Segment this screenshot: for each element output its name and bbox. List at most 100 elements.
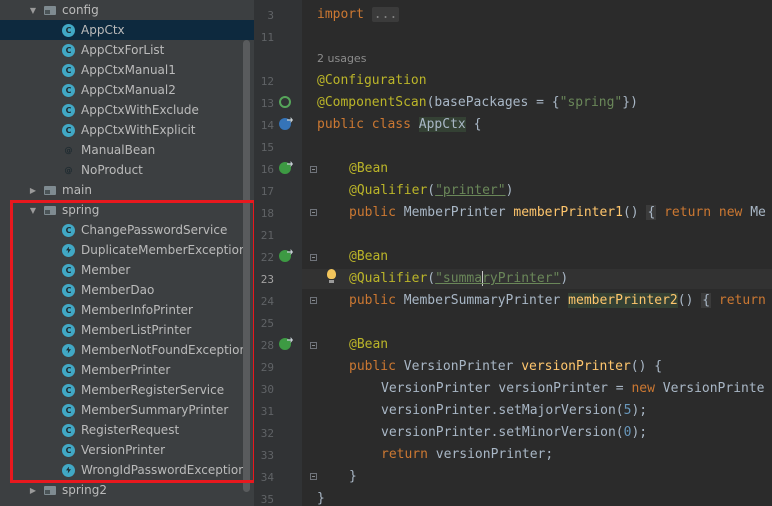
tree-item-label: AppCtxManual2 bbox=[81, 83, 176, 97]
chevron-down-icon: ▼ bbox=[29, 205, 37, 215]
lightbulb-icon[interactable] bbox=[327, 269, 336, 283]
method-name: memberPrinter1 bbox=[513, 205, 623, 220]
tree-item[interactable]: C MemberPrinter bbox=[0, 360, 254, 380]
tree-item-label: MemberRegisterService bbox=[81, 383, 225, 397]
tree-item-label: AppCtxForList bbox=[81, 43, 165, 57]
line-number: 29 bbox=[260, 361, 274, 374]
keyword: import bbox=[317, 7, 364, 22]
tree-item-label: WrongIdPasswordException bbox=[81, 463, 246, 477]
line-number: 16 bbox=[260, 163, 274, 176]
chevron-right-icon: ▶ bbox=[29, 485, 37, 495]
tree-item-label: AppCtxWithExclude bbox=[81, 103, 199, 117]
line-number: 21 bbox=[260, 229, 274, 242]
tree-item[interactable]: C ChangePasswordService bbox=[0, 220, 254, 240]
tree-item[interactable]: WrongIdPasswordException bbox=[0, 460, 254, 480]
folded-imports[interactable]: ... bbox=[371, 7, 400, 22]
annotation-icon: @ bbox=[64, 165, 73, 175]
usages-hint[interactable]: 2 usages bbox=[317, 49, 366, 69]
tree-folder-spring[interactable]: ▼ spring bbox=[0, 200, 254, 220]
tree-item-label: MemberSummaryPrinter bbox=[81, 403, 229, 417]
tree-item[interactable]: C AppCtxWithExplicit bbox=[0, 120, 254, 140]
tree-item[interactable]: C MemberRegisterService bbox=[0, 380, 254, 400]
tree-item[interactable]: DuplicateMemberException bbox=[0, 240, 254, 260]
tree-scrollbar[interactable] bbox=[243, 40, 250, 492]
package-folder-icon bbox=[44, 205, 56, 215]
navigate-bean-icon[interactable] bbox=[279, 118, 291, 130]
tree-item[interactable]: C AppCtxManual1 bbox=[0, 60, 254, 80]
line-number: 31 bbox=[260, 405, 274, 418]
tree-item-label: AppCtxManual1 bbox=[81, 63, 176, 77]
method-name: memberPrinter2 bbox=[568, 293, 678, 308]
code-line-31: versionPrinter.setMajorVersion(5); bbox=[381, 401, 647, 421]
line-number: 24 bbox=[260, 295, 274, 308]
string-literal: "summa bbox=[435, 271, 483, 286]
class-icon: C bbox=[62, 223, 75, 237]
tree-item[interactable]: MemberNotFoundException bbox=[0, 340, 254, 360]
tree-item[interactable]: @ ManualBean bbox=[0, 140, 254, 160]
annotation: @Qualifier bbox=[349, 183, 428, 198]
tree-item[interactable]: C AppCtxForList bbox=[0, 40, 254, 60]
tree-item[interactable]: @ NoProduct bbox=[0, 160, 254, 180]
code-line-3: import ... bbox=[317, 5, 400, 25]
tree-item[interactable]: C MemberListPrinter bbox=[0, 320, 254, 340]
code-line-13: @ComponentScan(basePackages = {"spring"}… bbox=[317, 93, 638, 113]
tree-item[interactable]: C MemberDao bbox=[0, 280, 254, 300]
class-icon: C bbox=[62, 123, 75, 137]
code-text: versionPrinter.setMajorVersion( bbox=[381, 403, 624, 418]
tree-folder-main[interactable]: ▶ main bbox=[0, 180, 254, 200]
code-line-24: public MemberSummaryPrinter memberPrinte… bbox=[349, 291, 766, 311]
line-number: 30 bbox=[260, 383, 274, 396]
type-name: VersionPrinter bbox=[403, 359, 514, 374]
line-number: 35 bbox=[260, 493, 274, 506]
line-number: 15 bbox=[260, 141, 274, 154]
tree-item[interactable]: C Member bbox=[0, 260, 254, 280]
exception-class-icon bbox=[62, 343, 75, 357]
line-number: 34 bbox=[260, 471, 274, 484]
search-usages-icon[interactable] bbox=[279, 96, 291, 108]
bean-icon[interactable] bbox=[279, 338, 291, 350]
tree-item[interactable]: C MemberInfoPrinter bbox=[0, 300, 254, 320]
code-line-32: versionPrinter.setMinorVersion(0); bbox=[381, 423, 647, 443]
keyword: new bbox=[631, 381, 655, 396]
tree-folder-config[interactable]: ▼ config bbox=[0, 0, 254, 20]
tree-item-label: VersionPrinter bbox=[81, 443, 166, 457]
code-text: () bbox=[677, 293, 702, 308]
bean-icon[interactable] bbox=[279, 250, 291, 262]
annotation-icon: @ bbox=[64, 145, 73, 155]
code-text: ) bbox=[560, 271, 569, 286]
tree-item[interactable]: C AppCtxWithExclude bbox=[0, 100, 254, 120]
class-icon: C bbox=[62, 363, 75, 377]
folded-body[interactable]: { bbox=[646, 205, 657, 220]
folded-body[interactable]: { bbox=[701, 293, 712, 308]
code-line-34: } bbox=[349, 469, 357, 484]
tree-item-label: DuplicateMemberException bbox=[81, 243, 247, 257]
code-line-35: } bbox=[317, 491, 325, 506]
tree-item[interactable]: C MemberSummaryPrinter bbox=[0, 400, 254, 420]
keyword: class bbox=[371, 117, 411, 132]
tree-folder-spring2[interactable]: ▶ spring2 bbox=[0, 480, 254, 500]
tree-item[interactable]: C AppCtxManual2 bbox=[0, 80, 254, 100]
class-icon: C bbox=[62, 103, 75, 117]
code-text: ( bbox=[427, 271, 436, 286]
class-icon: C bbox=[62, 263, 75, 277]
line-number: 18 bbox=[260, 207, 274, 220]
code-line-14: public class AppCtx { bbox=[317, 115, 481, 135]
keyword: public bbox=[349, 293, 396, 308]
type-name: MemberSummaryPrinter bbox=[403, 293, 561, 308]
tree-item-label: AppCtx bbox=[81, 23, 125, 37]
string-literal: ryPrinter" bbox=[482, 271, 561, 286]
tree-item[interactable]: C AppCtx bbox=[0, 20, 254, 40]
tree-folder-label: spring bbox=[62, 203, 100, 217]
code-editor[interactable]: import ... 2 usages @Configuration @Comp… bbox=[302, 0, 772, 506]
tree-item[interactable]: C VersionPrinter bbox=[0, 440, 254, 460]
code-text: VersionPrinter versionPrinter = bbox=[381, 381, 632, 396]
tree-item[interactable]: C RegisterRequest bbox=[0, 420, 254, 440]
line-number: 12 bbox=[260, 75, 274, 88]
class-icon: C bbox=[62, 443, 75, 457]
bean-icon[interactable] bbox=[279, 162, 291, 174]
tree-item-label: MemberDao bbox=[81, 283, 155, 297]
line-number: 32 bbox=[260, 427, 274, 440]
tree-item-label: MemberPrinter bbox=[81, 363, 171, 377]
code-text: ); bbox=[631, 425, 648, 440]
class-icon: C bbox=[62, 83, 75, 97]
